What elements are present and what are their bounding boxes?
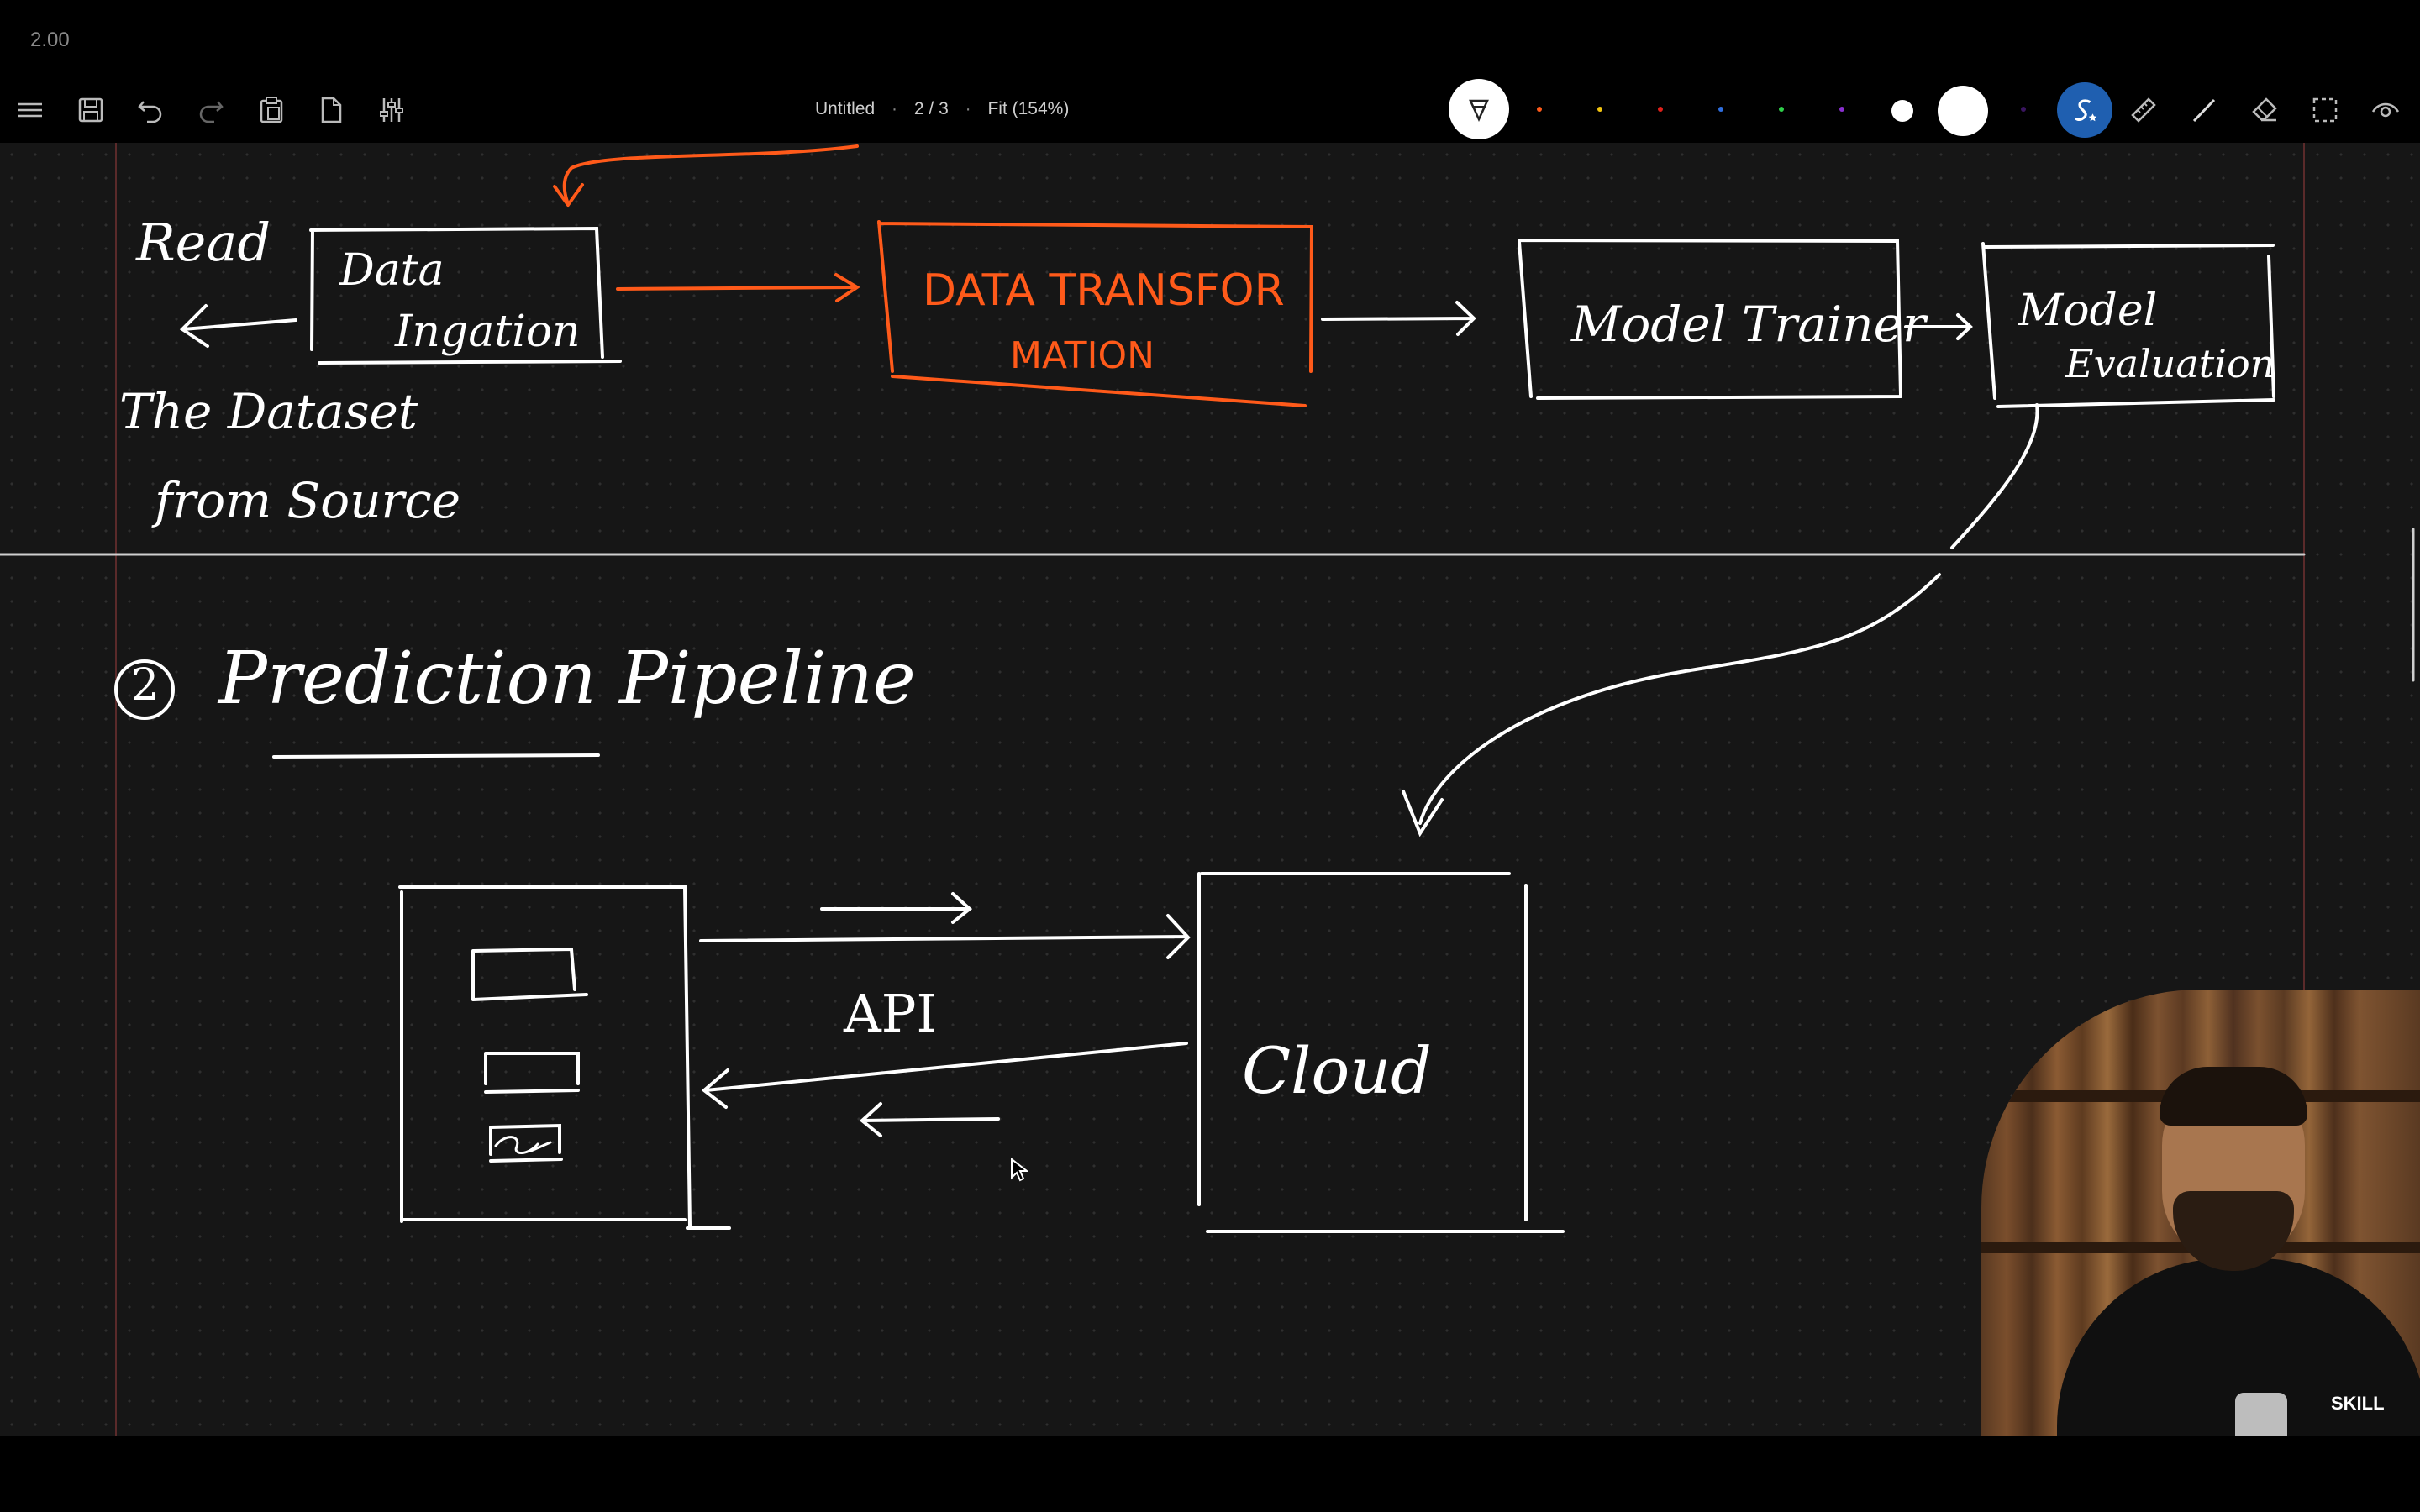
redo-icon[interactable]: [192, 92, 229, 129]
new-page-icon[interactable]: [313, 92, 350, 129]
settings-sliders-icon[interactable]: [373, 92, 410, 129]
size-large-icon[interactable]: [1938, 86, 1988, 136]
page-indicator[interactable]: 2 / 3: [914, 99, 949, 118]
microphone: [2235, 1393, 2287, 1436]
color-swatch-green[interactable]: [1779, 107, 1784, 112]
undo-icon[interactable]: [132, 92, 169, 129]
save-icon[interactable]: [72, 92, 109, 129]
dataset-label-line2: from Source: [155, 472, 461, 529]
smart-ink-icon[interactable]: [2057, 82, 2112, 138]
model-evaluation-line1: Model: [2018, 286, 2158, 336]
section-number: 2: [131, 660, 160, 711]
view-icon[interactable]: [2367, 92, 2404, 129]
color-swatch-yellow[interactable]: [1597, 107, 1602, 112]
size-small-icon[interactable]: [1891, 100, 1913, 122]
line-tool-icon[interactable]: [2186, 92, 2223, 129]
data-transformation-line2: MATION: [1010, 334, 1155, 377]
eraser-icon[interactable]: [2246, 92, 2283, 129]
api-label: API: [844, 983, 937, 1044]
webcam-overlay: SKILL: [1981, 990, 2420, 1436]
color-swatch-orange[interactable]: [1537, 107, 1542, 112]
data-ingestion-line1: Data: [339, 245, 445, 296]
channel-logo: SKILL: [2331, 1393, 2385, 1414]
title-strip: 2.00: [0, 0, 2420, 84]
model-evaluation-line2: Evaluation: [2065, 341, 2275, 386]
dataset-label-line1: The Dataset: [119, 383, 418, 440]
ruler-icon[interactable]: [2125, 92, 2162, 129]
color-swatch-dark-purple[interactable]: [2021, 107, 2026, 112]
model-trainer-label: Model Trainer: [1571, 296, 1926, 353]
pen-tool-icon[interactable]: [1449, 79, 1509, 139]
document-title[interactable]: Untitled: [815, 99, 875, 118]
menu-icon[interactable]: [12, 92, 49, 129]
presenter-hair: [2160, 1067, 2307, 1126]
selection-icon[interactable]: [2307, 92, 2344, 129]
data-transformation-line1: DATA TRANSFOR: [923, 265, 1285, 316]
color-swatch-blue[interactable]: [1718, 107, 1723, 112]
paste-icon[interactable]: [253, 92, 290, 129]
color-swatch-red[interactable]: [1658, 107, 1663, 112]
color-swatch-purple[interactable]: [1839, 107, 1844, 112]
bottom-strip: [0, 1436, 2420, 1512]
mouse-cursor-icon: [1011, 1158, 1028, 1182]
zoom-level[interactable]: Fit (154%): [987, 99, 1069, 118]
data-ingestion-line2: Ingation: [395, 307, 581, 357]
prediction-pipeline-title: Prediction Pipeline: [218, 637, 916, 721]
version-label: 2.00: [30, 29, 70, 51]
cloud-label: Cloud: [1242, 1033, 1432, 1108]
read-label: Read: [136, 212, 271, 273]
document-info: Untitled · 2 / 3 · Fit (154%): [815, 99, 1070, 118]
